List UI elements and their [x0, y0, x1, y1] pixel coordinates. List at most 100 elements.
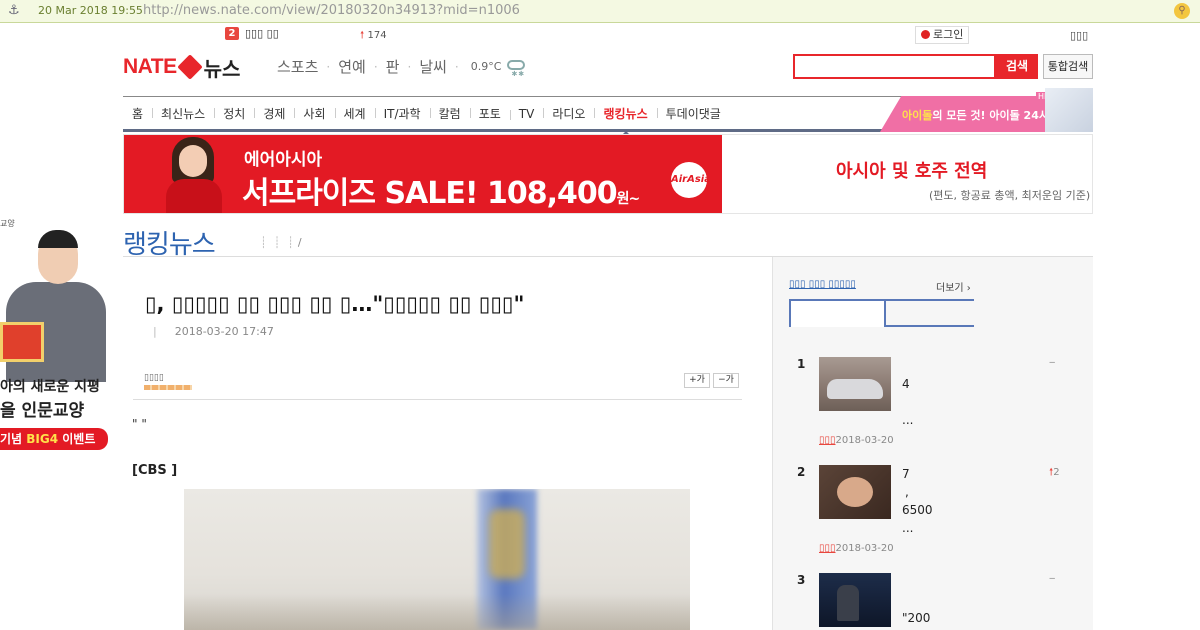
article-source[interactable]: ▯▯▯▯: [144, 373, 164, 383]
item-summary: ,: [905, 485, 909, 499]
item-title[interactable]: "200: [902, 609, 930, 627]
nav-economy[interactable]: 경제: [254, 105, 294, 122]
article-byline: [CBS ]: [132, 463, 178, 478]
anchor-icon[interactable]: ⚓: [8, 3, 24, 19]
article-meta: | 2018-03-20 17:47: [153, 325, 274, 338]
integrated-search-button[interactable]: 통합검색: [1043, 54, 1093, 79]
airasia-ad-banner[interactable]: 에어아시아 서프라이즈 SALE! 108,400원~ AirAsia 아시아 …: [123, 134, 1093, 214]
rank-change: ‒: [1049, 357, 1056, 368]
logo-nate: NATE: [123, 55, 177, 78]
nav-world[interactable]: 세계: [334, 105, 375, 122]
snow-cloud-icon: ✱✱: [505, 58, 527, 78]
idol-banner-text: 아이돌의 모든 것! 아이돌 24시: [902, 109, 1049, 122]
nav-today-comments[interactable]: 투데이댓글: [656, 105, 730, 122]
item-press: ▯▯▯2018-03-20: [819, 543, 894, 554]
item-summary: 6500: [902, 503, 933, 517]
ad-sale-line: 서프라이즈 SALE! 108,400원~: [242, 176, 640, 211]
nav-it-science[interactable]: IT/과학: [374, 105, 430, 122]
nav-latest[interactable]: 최신뉴스: [152, 105, 214, 122]
section-separator: ·: [407, 59, 412, 74]
airasia-logo: AirAsia: [671, 162, 711, 198]
section-separator: ·: [454, 59, 459, 74]
ad-brand-line: 에어아시아: [244, 150, 323, 170]
sidebar-title[interactable]: ▯▯▯ ▯▯▯ ▯▯▯▯▯: [789, 279, 856, 290]
section-separator: ·: [326, 59, 331, 74]
item-thumbnail[interactable]: [819, 465, 891, 519]
left-ad-event: 기념 BIG4 이벤트: [0, 428, 108, 450]
ad-destination: 아시아 및 호주 전역: [836, 161, 988, 182]
article-headline: ▯, ▯▯▯▯▯ ▯▯ ▯▯▯ ▯▯ ▯…"▯▯▯▯▯ ▯▯ ▯▯▯": [145, 292, 525, 316]
article-quote: " ": [132, 417, 147, 431]
item-summary: ...: [902, 413, 914, 427]
nav-society[interactable]: 사회: [294, 105, 334, 122]
nav-column[interactable]: 칼럼: [429, 105, 470, 122]
font-decrease-button[interactable]: −가: [713, 373, 739, 388]
up-arrow-icon: 🠕: [360, 30, 365, 41]
rank-number: 3: [797, 573, 806, 587]
section-links: 스포츠 · 연예 · 판 · 날씨 · 0.9°C ✱✱: [277, 56, 527, 78]
breadcrumb-separator: /: [297, 236, 302, 249]
font-increase-button[interactable]: +가: [684, 373, 710, 388]
archive-info-icon[interactable]: ⚲: [1174, 3, 1190, 19]
rank-count: 174: [367, 30, 387, 41]
item-thumbnail[interactable]: [819, 357, 891, 411]
logo-mark-icon: [176, 54, 203, 80]
notice-link[interactable]: ▯▯▯ ▯▯: [245, 27, 279, 40]
meta-separator: |: [153, 325, 157, 338]
nav-politics[interactable]: 정치: [214, 105, 254, 122]
login-button[interactable]: 로그인: [915, 26, 970, 44]
breadcrumb: ┊ ┊ ┊ /: [260, 236, 302, 249]
item-title[interactable]: 4: [902, 375, 910, 393]
more-link[interactable]: 더보기 ›: [936, 279, 971, 294]
item-title[interactable]: 7: [902, 465, 910, 483]
ranking-sidebar: ▯▯▯ ▯▯▯ ▯▯▯▯▯ 더보기 › 1 4 ... ‒ ▯▯▯2018-03…: [772, 257, 1093, 630]
rank-change: 🠕2: [1049, 467, 1060, 478]
sidebar-tabs: [789, 299, 974, 327]
nav-ranking[interactable]: 랭킹뉴스: [594, 105, 656, 135]
left-ad-line1: 아의 새로운 지평: [0, 379, 100, 395]
item-summary: ...: [902, 521, 914, 535]
rank-number: 2: [797, 465, 806, 479]
emblem-image: [489, 509, 525, 579]
item-press: ▯▯▯2018-03-20: [819, 435, 894, 446]
search-button[interactable]: 검색: [996, 54, 1038, 79]
idol-banner[interactable]: 아이돌의 모든 것! 아이돌 24시 HD: [880, 88, 1093, 132]
login-label: 로그인: [933, 28, 964, 41]
rank-number: 1: [797, 357, 806, 371]
nav-tv[interactable]: TV: [509, 107, 544, 121]
utility-bar: 2 ▯▯▯ ▯▯ 🠕 174 로그인 ▯▯▯: [0, 26, 1200, 44]
nav-home[interactable]: 홈: [123, 105, 152, 122]
section-weather[interactable]: 날씨: [419, 56, 447, 77]
capture-url[interactable]: http://news.nate.com/view/20180320n34913…: [143, 3, 520, 18]
article-photo: [184, 489, 690, 630]
ad-model-image: [154, 135, 234, 213]
idol-thumbnail: [1045, 88, 1093, 132]
notice-number-badge: 2: [225, 27, 239, 40]
item-thumbnail[interactable]: [819, 573, 891, 627]
logo-news: 뉴스: [203, 56, 241, 81]
section-entertainment[interactable]: 연예: [338, 56, 366, 77]
menu-link[interactable]: ▯▯▯: [1070, 29, 1088, 42]
article: ▯, ▯▯▯▯▯ ▯▯ ▯▯▯ ▯▯ ▯…"▯▯▯▯▯ ▯▯ ▯▯▯" | 201…: [123, 257, 772, 630]
tab-first[interactable]: [789, 299, 886, 327]
section-separator: ·: [373, 59, 378, 74]
source-bar: [144, 385, 192, 390]
rank-counter: 🠕 174: [360, 28, 387, 45]
site-logo[interactable]: NATE 뉴스: [123, 54, 241, 81]
left-side-ad[interactable]: 교양 아의 새로운 지평 을 인문교양 기념 BIG4 이벤트: [0, 212, 108, 452]
archive-toolbar: ⚓ 20 Mar 2018 19:55 http://news.nate.com…: [0, 0, 1200, 23]
article-datetime: 2018-03-20 17:47: [174, 325, 274, 338]
nav-photo[interactable]: 포토: [469, 105, 510, 122]
left-ad-line2: 을 인문교양: [0, 401, 85, 421]
nav-radio[interactable]: 라디오: [543, 105, 594, 122]
section-sports[interactable]: 스포츠: [277, 56, 318, 77]
tab-second[interactable]: [886, 299, 974, 327]
temperature: 0.9°C: [470, 60, 502, 73]
search-input[interactable]: [793, 54, 996, 79]
rank-change: ‒: [1049, 573, 1056, 584]
login-icon: [921, 30, 930, 39]
ad-red-panel: 에어아시아 서프라이즈 SALE! 108,400원~ AirAsia: [124, 135, 722, 213]
section-pann[interactable]: 판: [386, 56, 400, 77]
gift-box-image: [0, 322, 44, 362]
article-toolbar: ▯▯▯▯ +가 −가: [133, 373, 742, 400]
